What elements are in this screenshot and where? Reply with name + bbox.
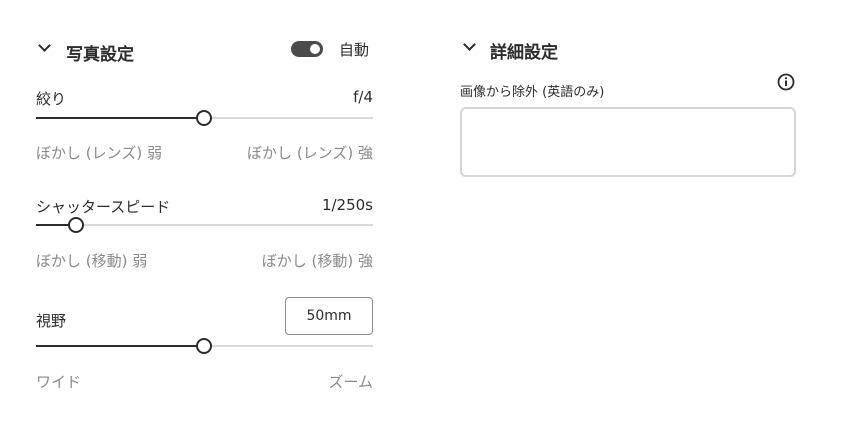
section-title-details: 詳細設定 [490,43,558,63]
slider-track [36,224,373,226]
section-title-photo: 写真設定 [66,45,134,65]
slider-fill [36,224,70,226]
slider-fill [36,345,196,347]
fov-slider[interactable] [36,337,373,355]
aperture-min-label: ぼかし (レンズ) 弱 [36,144,162,162]
auto-toggle[interactable] [291,41,323,57]
fov-label: 視野 [36,312,67,330]
shutter-label: シャッタースピード [36,198,171,216]
slider-fill [36,117,196,119]
aperture-label: 絞り [36,90,67,108]
exclude-textarea[interactable] [460,107,796,177]
slider-thumb[interactable] [196,338,212,354]
auto-label: 自動 [339,41,370,59]
aperture-max-label: ぼかし (レンズ) 強 [247,144,373,162]
fov-value-field[interactable]: 50mm [285,297,373,335]
exclude-label: 画像から除外 (英語のみ) [460,85,605,100]
shutter-slider[interactable] [36,216,373,234]
aperture-value: f/4 [353,88,373,106]
shutter-max-label: ぼかし (移動) 強 [261,252,373,270]
shutter-min-label: ぼかし (移動) 弱 [36,252,148,270]
aperture-slider[interactable] [36,109,373,127]
toggle-knob [310,44,320,54]
slider-thumb[interactable] [68,217,84,233]
fov-max-label: ズーム [328,373,373,391]
info-icon[interactable] [777,73,795,91]
fov-min-label: ワイド [36,373,82,391]
slider-thumb[interactable] [196,110,212,126]
chevron-down-icon[interactable] [38,39,51,52]
chevron-down-icon[interactable] [463,38,476,51]
shutter-value: 1/250s [321,196,373,214]
